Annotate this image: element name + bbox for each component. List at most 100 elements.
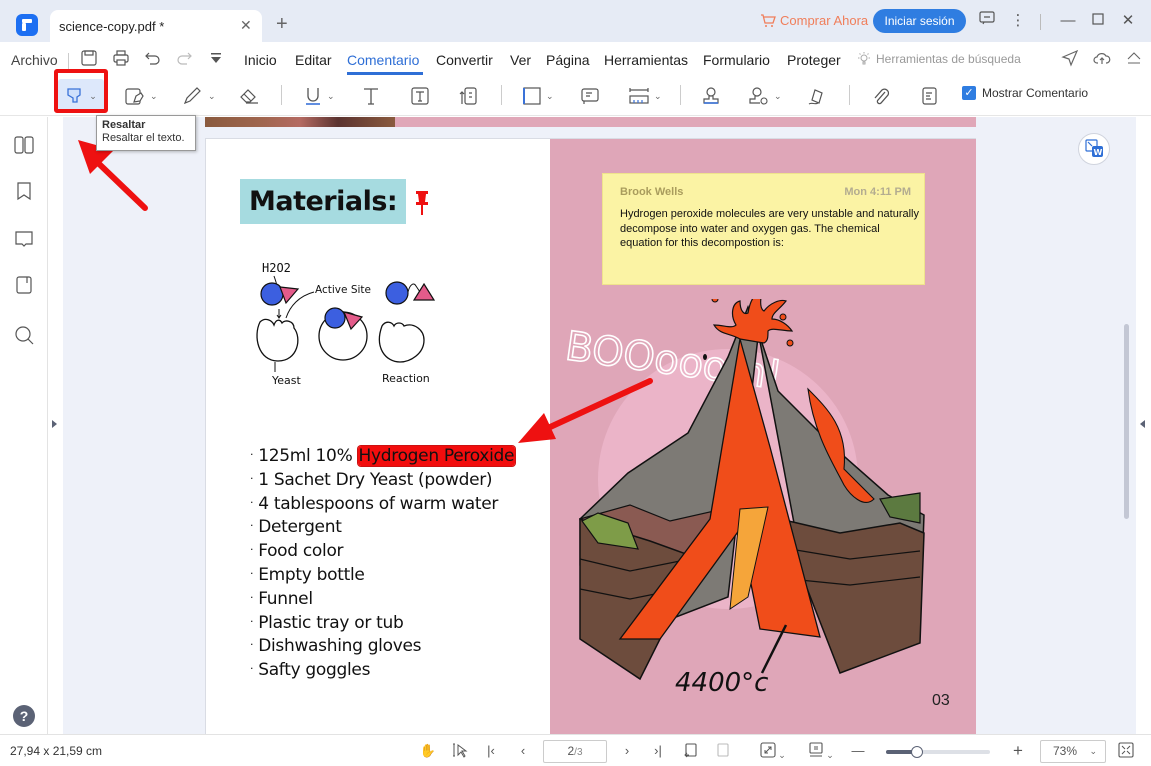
chevron-down-icon: ⌄: [774, 90, 782, 101]
bookmark-icon[interactable]: [14, 181, 34, 201]
menu-view[interactable]: Ver: [510, 52, 531, 68]
text-comment-tool-button[interactable]: [361, 82, 381, 110]
comments-panel-icon[interactable]: [14, 229, 34, 249]
measure-tool-button[interactable]: ⌄: [628, 82, 662, 110]
page-number-input[interactable]: 2/3: [543, 740, 607, 763]
menu-protect[interactable]: Proteger: [787, 52, 841, 68]
signature-stamp-tool-button[interactable]: ⌄: [748, 82, 782, 110]
zoom-in-icon[interactable]: +: [1009, 742, 1027, 760]
word-convert-icon: W: [1085, 139, 1103, 157]
menu-edit[interactable]: Editar: [295, 52, 332, 68]
minimize-icon[interactable]: —: [1058, 11, 1078, 31]
menu-comment[interactable]: Comentario: [347, 52, 419, 68]
shape-tool-button[interactable]: ⌄: [522, 82, 554, 110]
menu-home[interactable]: Inicio: [244, 52, 277, 68]
menu-divider: [68, 53, 69, 69]
text-box-tool-button[interactable]: [410, 82, 430, 110]
menu-file[interactable]: Archivo: [11, 52, 58, 68]
redo-icon[interactable]: [175, 49, 195, 69]
item-text: Empty bottle: [258, 564, 365, 585]
previous-page-icon[interactable]: ‹: [514, 742, 532, 760]
page-layout-button[interactable]: ⌄: [806, 742, 836, 760]
text-icon: [364, 88, 378, 105]
bullet: ·: [250, 519, 254, 533]
titlebar-divider: [1040, 14, 1041, 30]
customize-quick-access-icon[interactable]: [208, 49, 228, 69]
active-site-label: Active Site: [315, 284, 371, 296]
sign-tool-button[interactable]: [807, 82, 827, 110]
released-molecule: [385, 281, 409, 305]
zoom-slider-thumb[interactable]: [911, 746, 924, 758]
underline-tool-button[interactable]: ⌄: [303, 82, 335, 110]
attachment-tool-button[interactable]: [871, 82, 891, 110]
buy-now-label: Comprar Ahora: [780, 13, 869, 28]
zoom-slider[interactable]: [886, 746, 990, 758]
materials-list-item: · Funnel: [250, 587, 515, 611]
document-tab[interactable]: science-copy.pdf * ✕: [50, 10, 262, 42]
bullet: ·: [250, 448, 254, 461]
vertical-scrollbar[interactable]: [1124, 324, 1129, 519]
sign-in-button[interactable]: Iniciar sesión: [873, 9, 966, 33]
menu-form[interactable]: Formulario: [703, 52, 770, 68]
eraser-tool-button[interactable]: [238, 82, 260, 110]
collapse-ribbon-icon[interactable]: [1125, 49, 1145, 69]
sticky-note-comment[interactable]: Brook Wells Mon 4:11 PM Hydrogen peroxid…: [602, 173, 925, 285]
feedback-icon[interactable]: [977, 11, 997, 31]
convert-to-word-button[interactable]: W: [1078, 133, 1110, 165]
search-tools-button[interactable]: Herramientas de búsqueda: [857, 52, 1021, 66]
help-icon[interactable]: ?: [13, 705, 35, 727]
more-options-icon[interactable]: ⋮: [1008, 11, 1028, 31]
print-icon[interactable]: [112, 49, 132, 69]
yeast-cell: [256, 318, 299, 362]
close-tab-icon[interactable]: ✕: [240, 17, 252, 34]
menu-tools[interactable]: Herramientas: [604, 52, 688, 68]
cart-icon: [761, 13, 776, 27]
first-page-icon[interactable]: |‹: [482, 742, 500, 760]
chevron-down-icon: ⌄: [546, 90, 554, 101]
save-icon[interactable]: [80, 49, 100, 69]
materials-list-item: · Dishwashing gloves: [250, 634, 515, 658]
stamp-tool-button[interactable]: [701, 82, 721, 110]
rotate-right-icon[interactable]: [714, 742, 732, 760]
pushpin-note-icon[interactable]: [414, 189, 430, 217]
share-icon[interactable]: [1061, 49, 1081, 69]
maximize-icon[interactable]: [1088, 11, 1108, 31]
materials-list-item: · Detergent: [250, 515, 515, 539]
expand-right-panel-icon[interactable]: [1140, 420, 1145, 428]
search-icon[interactable]: [14, 325, 34, 345]
comment-list-button[interactable]: [920, 82, 940, 110]
expand-left-panel-icon[interactable]: [52, 420, 57, 428]
fullscreen-icon[interactable]: [1117, 742, 1135, 760]
select-tool-icon[interactable]: [451, 742, 469, 760]
menu-convert[interactable]: Convertir: [436, 52, 493, 68]
attachments-panel-icon[interactable]: [14, 275, 34, 295]
bullet: ·: [250, 614, 254, 628]
hand-tool-icon[interactable]: ✋: [419, 742, 437, 760]
note-tool-button[interactable]: [580, 82, 600, 110]
h2o2-label: H2O2: [262, 261, 291, 275]
new-tab-button[interactable]: +: [276, 14, 288, 34]
buy-now-link[interactable]: Comprar Ahora: [760, 13, 868, 28]
zoom-level-select[interactable]: 73% ⌄: [1040, 740, 1106, 763]
volcano-illustration: BOOooom! 4400°c: [562, 299, 925, 698]
pen-sign-icon: [808, 89, 823, 105]
chevron-down-icon: ⌄: [654, 90, 662, 101]
show-comments-checkbox[interactable]: ✓ Mostrar Comentario: [962, 86, 1088, 100]
lightbulb-icon: [858, 52, 870, 65]
pencil-tool-button[interactable]: ⌄: [182, 82, 216, 110]
last-page-icon[interactable]: ›|: [649, 742, 667, 760]
thumbnails-icon[interactable]: [14, 135, 34, 155]
close-window-icon[interactable]: ✕: [1118, 11, 1138, 31]
cloud-upload-icon[interactable]: [1093, 49, 1113, 69]
fit-page-button[interactable]: ⌄: [758, 742, 788, 760]
pencil-icon: [183, 87, 201, 105]
highlighted-text[interactable]: Hydrogen Peroxide: [357, 446, 516, 466]
undo-icon[interactable]: [144, 49, 164, 69]
zoom-out-icon[interactable]: —: [849, 742, 867, 760]
next-page-icon[interactable]: ›: [618, 742, 636, 760]
rotate-left-icon[interactable]: [682, 742, 700, 760]
highlight-tool-button[interactable]: ⌄: [58, 79, 104, 113]
area-highlight-tool-button[interactable]: ⌄: [124, 82, 158, 110]
menu-page[interactable]: Página: [546, 52, 590, 68]
callout-tool-button[interactable]: [457, 82, 479, 110]
